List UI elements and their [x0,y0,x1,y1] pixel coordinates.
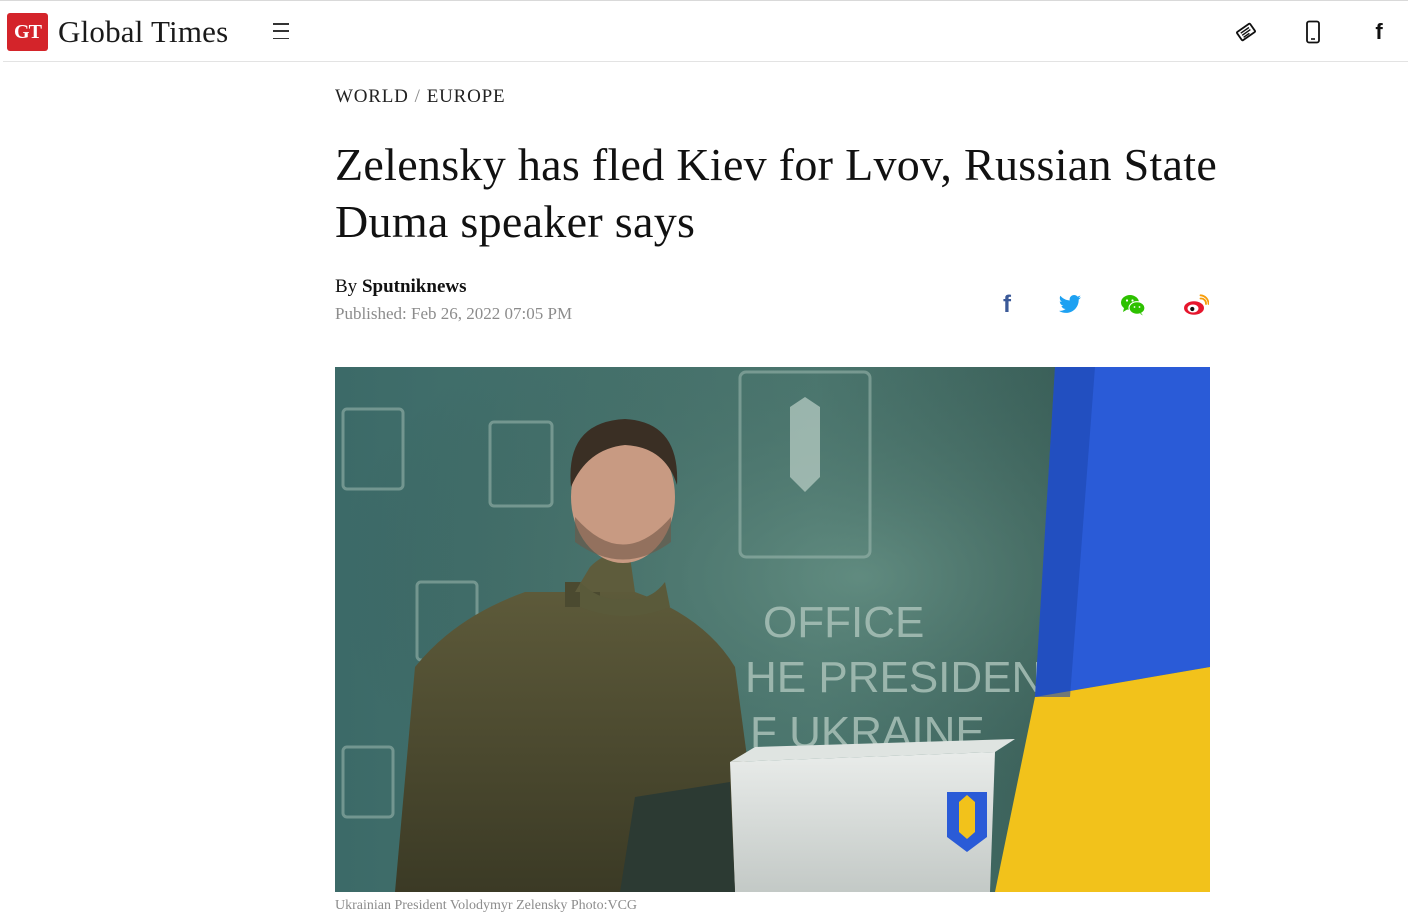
site-logo-badge[interactable]: GT [7,13,48,51]
breadcrumb: WORLD / EUROPE [335,86,505,108]
byline-author[interactable]: Sputniknews [362,276,467,297]
facebook-share-icon[interactable]: f [994,291,1020,318]
site-logo-text[interactable]: Global Times [58,13,228,51]
facebook-icon[interactable]: f [1366,19,1392,45]
photo-office-text: OFFICE [763,598,924,647]
article-headline: Zelensky has fled Kiev for Lvov, Russian… [335,139,1218,247]
twitter-share-icon[interactable] [1057,292,1083,318]
breadcrumb-europe-link[interactable]: EUROPE [427,86,506,107]
published-date: Published: Feb 26, 2022 07:05 PM [335,304,573,323]
hamburger-menu-icon[interactable] [273,23,289,39]
photo-caption: Ukrainian President Volodymyr Zelensky P… [335,898,638,913]
photo-president-text: HE PRESIDENT [745,653,1070,702]
mobile-phone-icon[interactable] [1300,19,1326,45]
wechat-share-icon[interactable] [1120,292,1146,318]
breadcrumb-separator: / [414,86,421,107]
article-photo-image: OFFICE HE PRESIDENT F UKRAINE [335,367,1210,892]
site-header: GT Global Times f [3,1,1408,62]
weibo-share-icon[interactable] [1183,292,1209,318]
breadcrumb-world-link[interactable]: WORLD [335,86,409,107]
byline-prefix: By [335,276,358,297]
article-photo: OFFICE HE PRESIDENT F UKRAINE [335,367,1210,892]
newspaper-icon[interactable] [1233,19,1259,45]
byline: By Sputniknews [335,276,467,298]
